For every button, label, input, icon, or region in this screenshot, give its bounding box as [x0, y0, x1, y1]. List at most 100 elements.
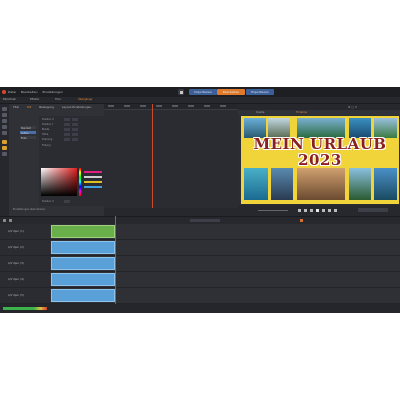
tab-import[interactable]: Importieren — [189, 89, 217, 95]
prop-input[interactable] — [72, 128, 78, 131]
tab-timeline-preview[interactable]: Timeline — [296, 111, 307, 114]
prop-input[interactable] — [64, 133, 70, 136]
ruler-tick — [204, 105, 210, 107]
prop-input[interactable] — [64, 123, 70, 126]
video-editor-app: Datei Bearbeiten Einstellungen Importier… — [0, 87, 400, 313]
menu-file[interactable]: Datei — [8, 90, 16, 94]
color-bar[interactable] — [84, 186, 102, 188]
text-tool-icon[interactable] — [2, 113, 7, 117]
app-logo-icon — [2, 90, 6, 94]
toolbar-library[interactable]: Bibliothek — [3, 98, 16, 101]
to-end-icon[interactable] — [334, 209, 337, 212]
color-bar[interactable] — [84, 181, 102, 183]
image-tool-icon[interactable] — [2, 125, 7, 129]
title-bar: Datei Bearbeiten Einstellungen Importier… — [0, 87, 400, 97]
trash-icon[interactable] — [9, 219, 12, 222]
editor-tabs: Titel Stil Bewegung Layout-Einstellungen — [13, 105, 98, 109]
tab-layout[interactable]: Layout-Einstellungen — [62, 105, 91, 109]
track-header: A/V Spur (2) — [0, 240, 50, 255]
razor-icon[interactable] — [3, 219, 6, 222]
toolbar-transitions[interactable]: Übergänge — [78, 98, 92, 101]
prop-row: Position Y — [42, 123, 97, 126]
video-preview[interactable]: MEIN URLAUB 2023 — [241, 116, 399, 204]
track-header: A/V Spur (4) — [0, 272, 50, 287]
menu-edit[interactable]: Bearbeiten — [21, 90, 37, 94]
prop-input[interactable] — [64, 200, 70, 203]
select-tool-icon[interactable] — [2, 107, 7, 111]
video-clip[interactable] — [51, 257, 115, 270]
track-row: A/V Spur (5) — [0, 288, 400, 304]
timecode-display — [358, 208, 388, 212]
tab-source[interactable]: Quelle — [256, 111, 264, 114]
prop-input[interactable] — [72, 123, 78, 126]
timeline-playhead[interactable] — [115, 216, 116, 304]
prop-row: Position X — [42, 118, 97, 121]
hue-slider[interactable] — [79, 168, 81, 196]
track-header: A/V Spur (3) — [0, 256, 50, 271]
color-picker-field[interactable] — [41, 168, 77, 196]
step-back-icon[interactable] — [304, 209, 307, 212]
scrub-bar[interactable] — [258, 210, 288, 211]
play-icon[interactable] — [316, 209, 319, 212]
prop-input[interactable] — [64, 118, 70, 121]
keyframe-timeline — [104, 104, 238, 216]
video-clip[interactable] — [51, 241, 115, 254]
toolbar-effects[interactable]: Effekte — [30, 98, 39, 101]
prop-input[interactable] — [72, 118, 78, 121]
style-item[interactable]: Ende — [20, 136, 36, 140]
tab-export[interactable]: Exportieren — [246, 89, 274, 95]
prop-input[interactable] — [72, 138, 78, 141]
title-clip[interactable] — [51, 225, 115, 238]
transport-controls — [238, 205, 400, 216]
track-header: A/V Spur (1) — [0, 224, 50, 239]
track-header: A/V Spur (5) — [0, 288, 50, 303]
timeline-zoom[interactable] — [190, 219, 220, 222]
prop-row: Füllung — [42, 144, 51, 147]
prop-input[interactable] — [72, 133, 78, 136]
preview-title-text: MEIN URLAUB 2023 — [253, 135, 387, 169]
prop-input[interactable] — [64, 128, 70, 131]
tab-edit[interactable]: Bearbeiten — [217, 89, 245, 95]
ruler-tick — [124, 105, 130, 107]
color-bar[interactable] — [84, 171, 102, 173]
menu-settings[interactable]: Einstellungen — [42, 90, 62, 94]
photo-thumbnail — [374, 168, 397, 200]
ruler-tick — [188, 105, 194, 107]
video-clip[interactable] — [51, 289, 115, 302]
keyframe-playhead[interactable] — [152, 104, 153, 216]
video-clip[interactable] — [51, 273, 115, 286]
title-editor-panel: Titel Stil Bewegung Layout-Einstellungen… — [9, 104, 109, 216]
photo-thumbnail — [349, 168, 371, 200]
shape-tool-icon[interactable] — [2, 119, 7, 123]
prop-row: Drehung — [42, 138, 97, 141]
tab-motion[interactable]: Bewegung — [39, 105, 54, 109]
prop-input[interactable] — [64, 138, 70, 141]
to-start-icon[interactable] — [298, 209, 301, 212]
fast-forward-icon[interactable] — [322, 209, 325, 212]
left-tool-column — [0, 104, 9, 216]
keyframe-ruler — [104, 104, 238, 110]
style-tool-icon[interactable] — [2, 146, 7, 150]
preview-options-icon[interactable]: ⚙ ▢ ✕ — [348, 105, 357, 109]
status-bar — [0, 304, 400, 313]
ruler-tick — [156, 105, 162, 107]
rewind-icon[interactable] — [310, 209, 313, 212]
crop-tool-icon[interactable] — [2, 131, 7, 135]
apply-settings-checkbox[interactable]: Einstellungen übernehmen — [13, 208, 45, 211]
properties-panel: Position X Position Y Breite Höhe Drehun… — [39, 116, 109, 206]
audio-level-meter — [3, 307, 47, 310]
step-forward-icon[interactable] — [328, 209, 331, 212]
tab-title[interactable]: Titel — [13, 105, 19, 109]
highlight-tool-icon[interactable] — [2, 140, 7, 144]
toolbar-titles[interactable]: Titel — [55, 98, 61, 101]
keyframe-footer — [104, 208, 238, 216]
record-icon[interactable] — [300, 219, 303, 222]
home-icon[interactable] — [178, 89, 184, 95]
style-item[interactable]: Aufbau — [20, 131, 36, 135]
menu-bar: Datei Bearbeiten Einstellungen — [8, 90, 67, 94]
timeline-tracks: A/V Spur (1) A/V Spur (2) A/V Spur (3) A… — [0, 224, 400, 304]
color-bar[interactable] — [84, 176, 102, 178]
style-item[interactable]: Standard — [20, 126, 36, 130]
move-tool-icon[interactable] — [2, 152, 7, 156]
tab-style[interactable]: Stil — [27, 105, 31, 109]
